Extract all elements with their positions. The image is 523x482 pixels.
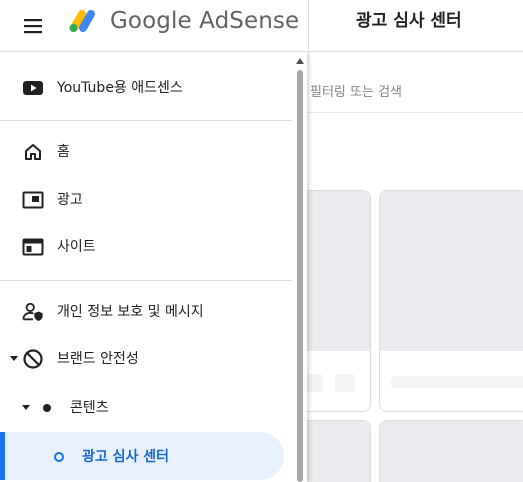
nav-item-youtube-adsense[interactable]: YouTube용 애드센스 bbox=[0, 64, 292, 110]
ad-card[interactable] bbox=[379, 190, 523, 412]
nav-item-label: 광고 bbox=[57, 192, 83, 208]
sites-icon bbox=[22, 236, 44, 258]
hamburger-menu-icon bbox=[24, 19, 42, 34]
filter-bar[interactable]: 필터링 또는 검색 bbox=[290, 65, 523, 113]
scrollbar-thumb[interactable] bbox=[297, 70, 303, 482]
home-icon bbox=[22, 141, 44, 163]
ad-card-placeholder bbox=[335, 374, 355, 392]
app-root: Google AdSense 광고 심사 센터 필터링 또는 검색 YouTub… bbox=[0, 0, 523, 482]
dot-icon bbox=[36, 397, 58, 419]
caret-down-icon[interactable] bbox=[9, 354, 19, 364]
ads-icon bbox=[22, 189, 44, 211]
product-name: Google AdSense bbox=[110, 6, 299, 36]
youtube-icon bbox=[22, 77, 44, 99]
caret-down-icon[interactable] bbox=[21, 403, 31, 413]
ad-card-thumbnail bbox=[380, 421, 523, 482]
nav-item-content[interactable]: 콘텐츠 bbox=[12, 384, 304, 430]
nav-item-label: 홈 bbox=[57, 144, 70, 160]
ad-card-placeholder bbox=[390, 376, 523, 388]
ad-card[interactable] bbox=[379, 420, 523, 482]
nav-item-privacy-messaging[interactable]: 개인 정보 보호 및 메시지 bbox=[0, 288, 292, 334]
nav-divider bbox=[0, 120, 292, 121]
block-icon bbox=[22, 348, 44, 370]
main-menu-button[interactable] bbox=[18, 11, 48, 41]
navigation-drawer: YouTube용 애드센스 홈 광고 사이트 개인 정보 보호 및 메시지 브랜… bbox=[0, 52, 307, 482]
nav-item-ads[interactable]: 광고 bbox=[0, 176, 292, 222]
ad-card-thumbnail bbox=[380, 191, 523, 351]
nav-divider bbox=[0, 280, 292, 281]
brand-google: Google bbox=[110, 8, 192, 34]
nav-item-label: 광고 심사 센터 bbox=[82, 449, 170, 465]
nav-item-home[interactable]: 홈 bbox=[0, 128, 292, 174]
nav-item-ad-review-center[interactable]: 광고 심사 센터 bbox=[0, 433, 292, 479]
top-app-bar: Google AdSense 광고 심사 센터 bbox=[0, 0, 523, 52]
privacy-person-icon bbox=[22, 301, 44, 323]
nav-item-sites[interactable]: 사이트 bbox=[0, 223, 292, 269]
circle-outline-icon bbox=[48, 446, 70, 468]
nav-item-label: YouTube용 애드센스 bbox=[57, 80, 183, 96]
header-divider bbox=[308, 0, 309, 52]
scroll-up-arrow-icon[interactable] bbox=[296, 57, 304, 65]
page-title: 광고 심사 센터 bbox=[356, 11, 462, 31]
nav-item-label: 개인 정보 보호 및 메시지 bbox=[57, 304, 204, 320]
adsense-logo-icon bbox=[69, 10, 95, 32]
nav-item-label: 브랜드 안전성 bbox=[57, 351, 139, 367]
nav-scrollbar[interactable] bbox=[293, 52, 307, 482]
nav-item-brand-safety[interactable]: 브랜드 안전성 bbox=[0, 335, 292, 381]
brand-adsense: AdSense bbox=[199, 8, 300, 34]
nav-item-label: 콘텐츠 bbox=[70, 400, 109, 416]
filter-placeholder: 필터링 또는 검색 bbox=[310, 85, 402, 100]
nav-item-label: 사이트 bbox=[57, 239, 96, 255]
